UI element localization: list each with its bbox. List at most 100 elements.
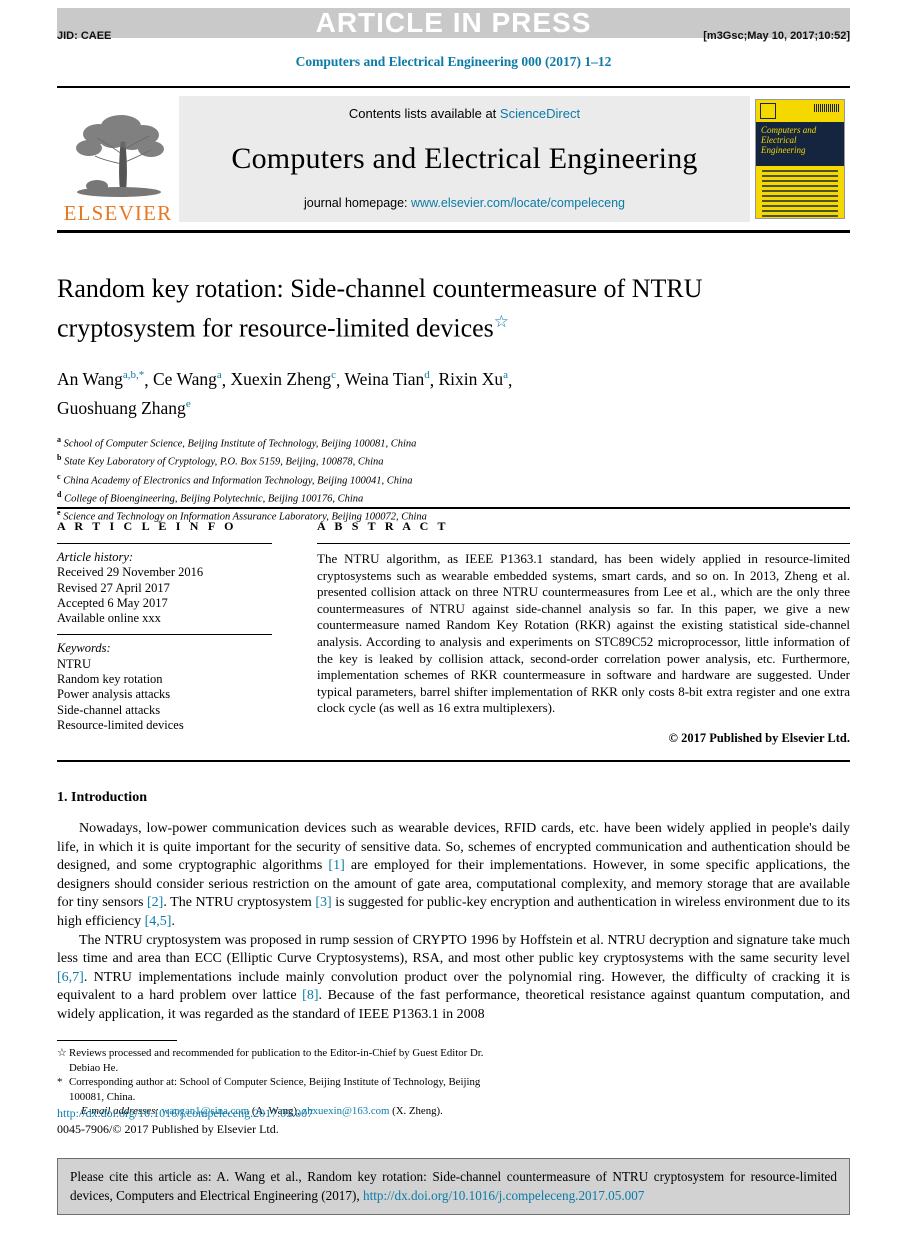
doi-link[interactable]: http://dx.doi.org/10.1016/j.compeleceng.… — [57, 1106, 487, 1121]
citation-ref-8[interactable]: [8] — [302, 988, 318, 1003]
citation-ref-2[interactable]: [2] — [147, 895, 163, 910]
introduction-heading: 1. Introduction — [57, 790, 147, 805]
introduction-section: 1. Introduction Nowadays, low-power comm… — [57, 790, 850, 1025]
footnote-star-text: Reviews processed and recommended for pu… — [69, 1047, 484, 1074]
affiliation-mark: b — [57, 453, 62, 463]
affiliation-mark: d — [57, 489, 62, 499]
author-name: Ce Wang — [152, 369, 217, 390]
history-item: Revised 27 April 2017 — [57, 580, 170, 595]
author-item: Ce Wanga — [153, 369, 222, 389]
author-item: Xuexin Zhengc — [231, 369, 337, 389]
masthead-center: Contents lists available at ScienceDirec… — [179, 96, 750, 222]
cover-title-line2: Electrical Engineering — [761, 135, 806, 155]
author-name: Xuexin Zheng — [230, 369, 332, 390]
article-info-heading: A R T I C L E I N F O — [57, 519, 237, 533]
affiliation-text: China Academy of Electronics and Informa… — [63, 475, 413, 486]
journal-cover-image: Computers and Electrical Engineering — [755, 99, 845, 219]
footnote-star: ☆ Reviews processed and recommended for p… — [57, 1046, 487, 1075]
please-cite-box: Please cite this article as: A. Wang et … — [57, 1158, 850, 1215]
keyword-item: Random key rotation — [57, 672, 163, 687]
title-block: Random key rotation: Side-channel counte… — [57, 272, 757, 524]
history-item: Received 29 November 2016 — [57, 565, 204, 580]
article-history-label: Article history: — [57, 550, 134, 564]
citation-ref-3[interactable]: [3] — [315, 895, 331, 910]
cover-decorative-lines — [762, 170, 838, 218]
footnote-rule — [57, 1040, 177, 1041]
elsevier-logo: ELSEVIER — [57, 88, 179, 230]
elsevier-tree-icon — [69, 112, 167, 200]
author-name: Rixin Xu — [438, 369, 504, 390]
affiliation-item: c China Academy of Electronics and Infor… — [57, 470, 757, 488]
author-affiliation-mark[interactable]: a — [217, 370, 222, 382]
par1-part-c: . The NTRU cryptosystem — [163, 895, 316, 911]
affiliation-mark: a — [57, 435, 61, 445]
issn-copyright-line: 0045-7906/© 2017 Published by Elsevier L… — [57, 1122, 279, 1136]
author-item: Guoshuang Zhange — [57, 398, 191, 418]
author-item: Rixin Xua — [438, 369, 508, 389]
affiliation-mark: c — [57, 471, 61, 481]
footnote-corresponding-marker: * — [57, 1076, 63, 1088]
affiliation-text: State Key Laboratory of Cryptology, P.O.… — [64, 456, 384, 468]
sciencedirect-link[interactable]: ScienceDirect — [500, 106, 580, 121]
par2-part-a: The NTRU cryptosystem was proposed in ru… — [57, 932, 850, 967]
author-item: Weina Tiand — [344, 369, 429, 389]
author-name: An Wang — [57, 369, 123, 390]
history-item: Accepted 6 May 2017 — [57, 595, 168, 610]
footnote-corresponding-author: * Corresponding author at: School of Comp… — [57, 1075, 487, 1104]
keyword-item: NTRU — [57, 656, 92, 671]
introduction-paragraph-2: The NTRU cryptosystem was proposed in ru… — [57, 932, 850, 1025]
keyword-item: Side-channel attacks — [57, 702, 161, 717]
keyword-item: Power analysis attacks — [57, 687, 171, 702]
keywords-label: Keywords: — [57, 641, 111, 656]
abstract-heading: A B S T R A C T — [317, 519, 449, 533]
journal-masthead: ELSEVIER Contents lists available at Sci… — [57, 86, 850, 233]
introduction-paragraph-1: Nowadays, low-power communication device… — [57, 820, 850, 932]
citation-ref-4-5[interactable]: [4,5] — [145, 914, 172, 929]
footnote-star-marker: ☆ — [57, 1047, 67, 1059]
par1-part-e: . — [171, 913, 175, 929]
journal-title: Computers and Electrical Engineering — [231, 141, 698, 175]
author-affiliation-mark[interactable]: e — [186, 398, 191, 410]
author-item: An Wanga,b,* — [57, 369, 144, 389]
article-page: ARTICLE IN PRESS JID: CAEE [m3Gsc;May 10… — [0, 0, 907, 1238]
author-affiliation-mark[interactable]: a — [503, 370, 508, 382]
author-name: Weina Tian — [344, 369, 425, 390]
author-affiliation-mark[interactable]: c — [331, 370, 336, 382]
abstract-column: A B S T R A C T The NTRU algorithm, as I… — [292, 509, 850, 746]
jid-line: JID: CAEE [m3Gsc;May 10, 2017;10:52] — [57, 30, 850, 42]
author-affiliation-mark[interactable]: d — [424, 370, 430, 382]
title-footnote-marker[interactable]: ☆ — [494, 312, 509, 331]
cite-doi-link[interactable]: http://dx.doi.org/10.1016/j.compeleceng.… — [363, 1188, 644, 1203]
journal-cover-thumbnail: Computers and Electrical Engineering — [750, 88, 850, 230]
affiliation-text: College of Bioengineering, Beijing Polyt… — [64, 493, 364, 505]
history-item: Available online xxx — [57, 611, 161, 626]
cover-barcode-icon — [814, 104, 840, 112]
contents-prefix: Contents lists available at — [348, 106, 500, 121]
doi-block: http://dx.doi.org/10.1016/j.compeleceng.… — [57, 1106, 487, 1137]
cover-elsevier-icon — [760, 103, 776, 119]
author-name: Guoshuang Zhang — [57, 398, 186, 419]
paper-title-text: Random key rotation: Side-channel counte… — [57, 274, 703, 343]
info-abstract-region: A R T I C L E I N F O Article history: R… — [57, 507, 850, 746]
revision-tag: [m3Gsc;May 10, 2017;10:52] — [703, 30, 850, 42]
keyword-item: Resource-limited devices — [57, 717, 184, 732]
abstract-text: The NTRU algorithm, as IEEE P1363.1 stan… — [317, 551, 850, 716]
journal-homepage-link[interactable]: www.elsevier.com/locate/compeleceng — [411, 196, 625, 210]
journal-reference-line: Computers and Electrical Engineering 000… — [295, 54, 612, 69]
jid-label: JID: CAEE — [57, 30, 112, 42]
affiliation-item: d College of Bioengineering, Beijing Pol… — [57, 488, 757, 506]
article-info-column: A R T I C L E I N F O Article history: R… — [57, 509, 292, 746]
page-title: Random key rotation: Side-channel counte… — [57, 272, 757, 345]
citation-ref-1[interactable]: [1] — [328, 858, 344, 873]
contents-available-line: Contents lists available at ScienceDirec… — [349, 106, 580, 121]
author-list: An Wanga,b,*, Ce Wanga, Xuexin Zhengc, W… — [57, 369, 513, 419]
affiliation-item: a School of Computer Science, Beijing In… — [57, 433, 757, 451]
citation-ref-6-7[interactable]: [6,7] — [57, 970, 84, 985]
info-abstract-bottom-rule — [57, 760, 850, 762]
cover-title-text: Computers and Electrical Engineering — [761, 125, 839, 155]
journal-homepage-line: journal homepage: www.elsevier.com/locat… — [304, 196, 625, 210]
author-affiliation-mark[interactable]: a,b,* — [123, 370, 144, 382]
affiliation-text: School of Computer Science, Beijing Inst… — [63, 438, 417, 450]
cite-text: Please cite this article as: A. Wang et … — [70, 1167, 837, 1205]
keywords-group: Keywords: NTRU Random key rotation Power… — [57, 635, 272, 733]
